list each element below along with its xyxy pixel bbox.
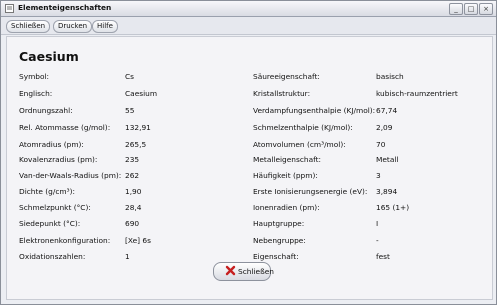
label-acid-property: Säureeigenschaft:: [253, 72, 320, 81]
close-x-icon: [225, 265, 236, 276]
value-electron-configuration: [Xe] 6s: [125, 236, 151, 245]
minimize-button[interactable]: _: [449, 3, 463, 15]
value-state: fest: [376, 252, 390, 261]
window-title: Elementeigenschaften: [18, 3, 112, 12]
label-melting-point: Schmelzpunkt (°C):: [19, 203, 91, 212]
maximize-button[interactable]: □: [464, 3, 478, 15]
value-main-group: I: [376, 219, 379, 228]
label-english: Englisch:: [19, 89, 53, 98]
value-boiling-point: 690: [125, 219, 140, 228]
app-icon: [5, 4, 14, 13]
close-button[interactable]: Schließen: [213, 262, 274, 281]
value-atomic-mass: 132,91: [125, 123, 151, 132]
label-atomic-volume: Atomvolumen (cm³/mol):: [253, 140, 346, 149]
label-covalent-radius: Kovalenzradius (pm):: [19, 155, 98, 164]
label-abundance: Häufigkeit (ppm):: [253, 171, 318, 180]
label-main-group: Hauptgruppe:: [253, 219, 305, 228]
toolbar: Schließen Drucken Hilfe: [1, 17, 496, 35]
label-sub-group: Nebengruppe:: [253, 236, 306, 245]
value-acid-property: basisch: [376, 72, 404, 81]
value-density: 1,90: [125, 187, 142, 196]
label-ionic-radii: Ionenradien (pm):: [253, 203, 320, 212]
toolbar-print-button[interactable]: Drucken: [53, 20, 93, 33]
label-metal-property: Metalleigenschaft:: [253, 155, 321, 164]
value-melting-point: 28,4: [125, 203, 142, 212]
value-atomic-volume: 70: [376, 140, 386, 149]
value-vaporization-enthalpy: 67,74: [376, 106, 398, 115]
value-ionization-energy: 3,894: [376, 187, 398, 196]
value-metal-property: Metall: [376, 155, 399, 164]
value-atomic-number: 55: [125, 106, 135, 115]
value-atomic-radius: 265,5: [125, 140, 147, 149]
label-boiling-point: Siedepunkt (°C):: [19, 219, 81, 228]
label-electron-configuration: Elektronenkonfiguration:: [19, 236, 111, 245]
label-fusion-enthalpy: Schmelzenthalpie (KJ/mol):: [253, 123, 353, 132]
label-atomic-radius: Atomradius (pm):: [19, 140, 84, 149]
label-density: Dichte (g/cm³):: [19, 187, 75, 196]
value-oxidation-numbers: 1: [125, 252, 130, 261]
title-bar[interactable]: Elementeigenschaften _ □ ×: [1, 1, 496, 17]
label-state: Eigenschaft:: [253, 252, 299, 261]
value-abundance: 3: [376, 171, 381, 180]
value-sub-group: -: [376, 236, 379, 245]
value-ionic-radii: 165 (1+): [376, 203, 410, 212]
toolbar-close-button[interactable]: Schließen: [6, 20, 51, 33]
value-english: Caesium: [125, 89, 158, 98]
value-covalent-radius: 235: [125, 155, 140, 164]
window-close-button[interactable]: ×: [479, 3, 493, 15]
value-fusion-enthalpy: 2,09: [376, 123, 393, 132]
label-crystal-structure: Kristallstruktur:: [253, 89, 311, 98]
value-crystal-structure: kubisch-raumzentriert: [376, 89, 458, 98]
label-vdw-radius: Van-der-Waals-Radius (pm):: [19, 171, 122, 180]
label-atomic-number: Ordnungszahl:: [19, 106, 73, 115]
label-atomic-mass: Rel. Atommasse (g/mol):: [19, 123, 111, 132]
label-vaporization-enthalpy: Verdampfungsenthalpie (KJ/mol):: [253, 106, 376, 115]
close-button-label: Schließen: [238, 267, 274, 276]
label-oxidation-numbers: Oxidationszahlen:: [19, 252, 86, 261]
label-ionization-energy: Erste Ionisierungsenergie (eV):: [253, 187, 368, 196]
value-symbol: Cs: [125, 72, 135, 81]
label-symbol: Symbol:: [19, 72, 50, 81]
value-vdw-radius: 262: [125, 171, 140, 180]
element-name-heading: Caesium: [19, 49, 79, 64]
toolbar-help-button[interactable]: Hilfe: [92, 20, 118, 33]
